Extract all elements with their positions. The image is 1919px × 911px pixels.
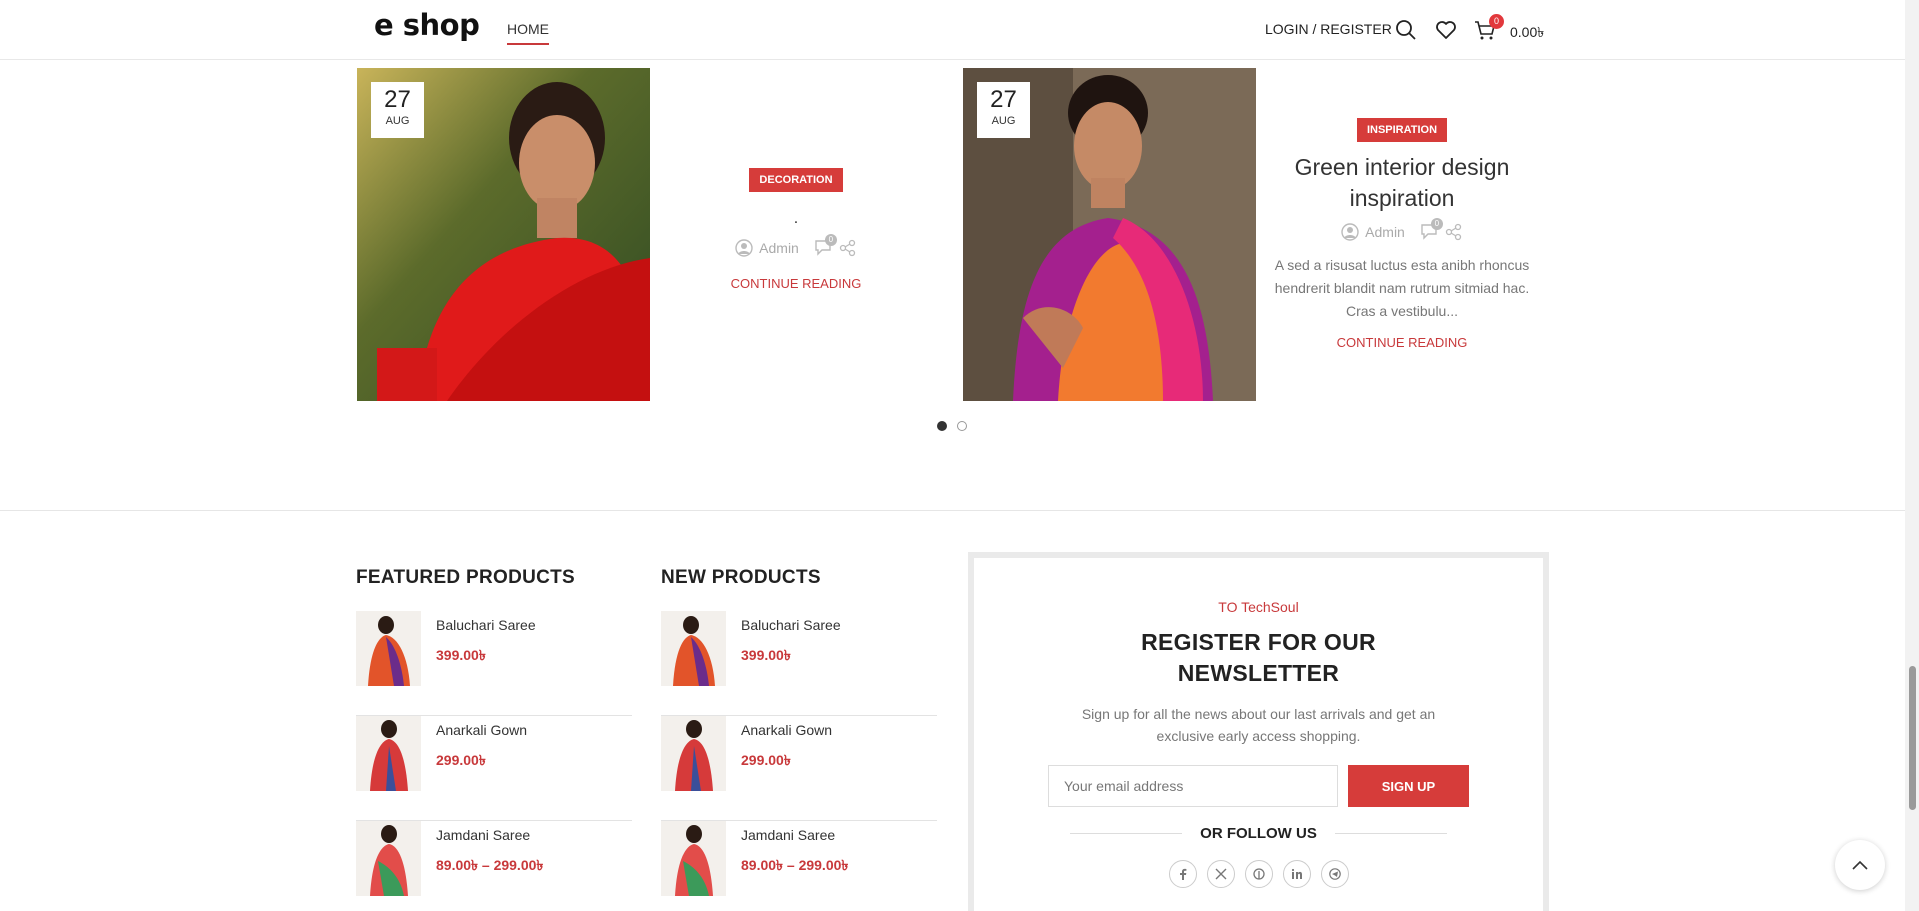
post-date-month: AUG bbox=[385, 115, 410, 127]
post-summary: DECORATION . Admin 0 CONTINUE READING bbox=[666, 168, 926, 293]
newsletter-subtitle: TO TechSoul bbox=[1218, 599, 1299, 615]
post-date-month: AUG bbox=[991, 115, 1016, 127]
follow-us-label: OR FOLLOW US bbox=[1200, 825, 1317, 842]
product-thumbnail[interactable] bbox=[356, 821, 421, 896]
post-date: 27 AUG bbox=[371, 82, 424, 138]
product-price: 399.00৳ bbox=[436, 647, 486, 663]
product-thumbnail[interactable] bbox=[356, 716, 421, 791]
product-item[interactable]: Anarkali Gown 299.00৳ bbox=[661, 716, 937, 821]
post-date: 27 AUG bbox=[977, 82, 1030, 138]
newsletter-box: TO TechSoul REGISTER FOR OUR NEWSLETTER … bbox=[968, 552, 1549, 911]
newsletter-form: Your email address SIGN UP bbox=[974, 765, 1543, 807]
post-meta: Admin 0 bbox=[1272, 218, 1532, 242]
section-divider bbox=[0, 510, 1905, 511]
x-icon[interactable] bbox=[1206, 860, 1235, 888]
product-item[interactable]: Baluchari Saree 399.00৳ bbox=[356, 611, 632, 716]
follow-divider-right bbox=[1334, 833, 1447, 834]
product-price: 299.00৳ bbox=[436, 752, 486, 768]
follow-us-heading: OR FOLLOW US bbox=[974, 825, 1543, 842]
product-item[interactable]: Anarkali Gown 299.00৳ bbox=[356, 716, 632, 821]
wishlist-heart-icon[interactable] bbox=[1434, 18, 1458, 42]
share-icon[interactable] bbox=[839, 239, 857, 257]
post-title[interactable]: . bbox=[666, 208, 926, 230]
continue-reading-link[interactable]: CONTINUE READING bbox=[731, 276, 862, 291]
post-date-day: 27 bbox=[384, 86, 411, 113]
product-thumbnail[interactable] bbox=[661, 611, 726, 686]
product-thumbnail[interactable] bbox=[356, 611, 421, 686]
carousel-dot-2[interactable] bbox=[957, 421, 967, 431]
continue-reading-link[interactable]: CONTINUE READING bbox=[1337, 335, 1468, 350]
product-name[interactable]: Baluchari Saree bbox=[436, 617, 536, 633]
login-register-link[interactable]: LOGIN / REGISTER bbox=[1265, 21, 1392, 37]
scrollbar-thumb[interactable] bbox=[1909, 666, 1916, 810]
cart-total[interactable]: 0.00৳ bbox=[1510, 21, 1544, 45]
post-summary: INSPIRATION Green interior design inspir… bbox=[1272, 118, 1532, 352]
product-price: 299.00৳ bbox=[741, 752, 791, 768]
product-price: 89.00৳ – 299.00৳ bbox=[741, 857, 849, 873]
author-avatar-icon bbox=[735, 239, 753, 257]
featured-products-title: FEATURED PRODUCTS bbox=[356, 567, 576, 588]
email-input[interactable]: Your email address bbox=[1048, 765, 1338, 807]
product-thumbnail[interactable] bbox=[661, 821, 726, 896]
comments-count: 0 bbox=[1430, 218, 1443, 230]
post-image-pink-saree[interactable]: 27 AUG bbox=[963, 68, 1256, 401]
pinterest-icon[interactable] bbox=[1244, 860, 1273, 888]
newsletter-title: REGISTER FOR OUR NEWSLETTER bbox=[1141, 629, 1376, 686]
follow-divider-left bbox=[1070, 833, 1183, 834]
share-icon[interactable] bbox=[1445, 223, 1463, 241]
nav-home-link[interactable]: HOME bbox=[507, 21, 549, 45]
search-icon[interactable] bbox=[1394, 18, 1418, 42]
product-name[interactable]: Anarkali Gown bbox=[741, 722, 832, 738]
carousel-pagination bbox=[937, 421, 967, 431]
newsletter-description: Sign up for all the news about our last … bbox=[1081, 706, 1436, 744]
post-category-badge[interactable]: DECORATION bbox=[749, 168, 843, 192]
cart-count-badge: 0 bbox=[1489, 14, 1504, 29]
comments-icon[interactable]: 0 bbox=[1419, 218, 1443, 242]
product-item[interactable]: Baluchari Saree 399.00৳ bbox=[661, 611, 937, 716]
post-date-day: 27 bbox=[990, 86, 1017, 113]
site-header: e shop HOME LOGIN / REGISTER 0 0.00৳ bbox=[0, 0, 1905, 60]
post-excerpt: A sed a risusat luctus esta anibh rhoncu… bbox=[1274, 257, 1530, 319]
product-item[interactable]: Jamdani Saree 89.00৳ – 299.00৳ bbox=[356, 821, 632, 911]
post-author[interactable]: Admin bbox=[759, 240, 799, 256]
post-author[interactable]: Admin bbox=[1365, 224, 1405, 240]
post-title[interactable]: Green interior design inspiration bbox=[1272, 152, 1532, 214]
telegram-icon[interactable] bbox=[1320, 860, 1349, 888]
comments-count: 0 bbox=[824, 234, 837, 246]
social-links bbox=[974, 860, 1543, 888]
product-name[interactable]: Jamdani Saree bbox=[741, 827, 835, 843]
product-price: 399.00৳ bbox=[741, 647, 791, 663]
back-to-top-button[interactable] bbox=[1835, 840, 1885, 890]
post-category-badge[interactable]: INSPIRATION bbox=[1356, 118, 1448, 142]
product-thumbnail[interactable] bbox=[661, 716, 726, 791]
product-item[interactable]: Jamdani Saree 89.00৳ – 299.00৳ bbox=[661, 821, 937, 911]
carousel-dot-1[interactable] bbox=[937, 421, 947, 431]
facebook-icon[interactable] bbox=[1168, 860, 1197, 888]
sign-up-button[interactable]: SIGN UP bbox=[1348, 765, 1469, 807]
author-avatar-icon bbox=[1341, 223, 1359, 241]
new-products-title: NEW PRODUCTS bbox=[661, 567, 821, 588]
comments-icon[interactable]: 0 bbox=[813, 234, 837, 258]
linkedin-icon[interactable] bbox=[1282, 860, 1311, 888]
product-name[interactable]: Baluchari Saree bbox=[741, 617, 841, 633]
post-meta: Admin 0 bbox=[666, 234, 926, 258]
product-price: 89.00৳ – 299.00৳ bbox=[436, 857, 544, 873]
chevron-up-icon bbox=[1852, 860, 1868, 870]
product-name[interactable]: Jamdani Saree bbox=[436, 827, 530, 843]
site-logo[interactable]: e shop bbox=[374, 8, 480, 42]
product-name[interactable]: Anarkali Gown bbox=[436, 722, 527, 738]
post-image-red-saree[interactable]: 27 AUG bbox=[357, 68, 650, 401]
